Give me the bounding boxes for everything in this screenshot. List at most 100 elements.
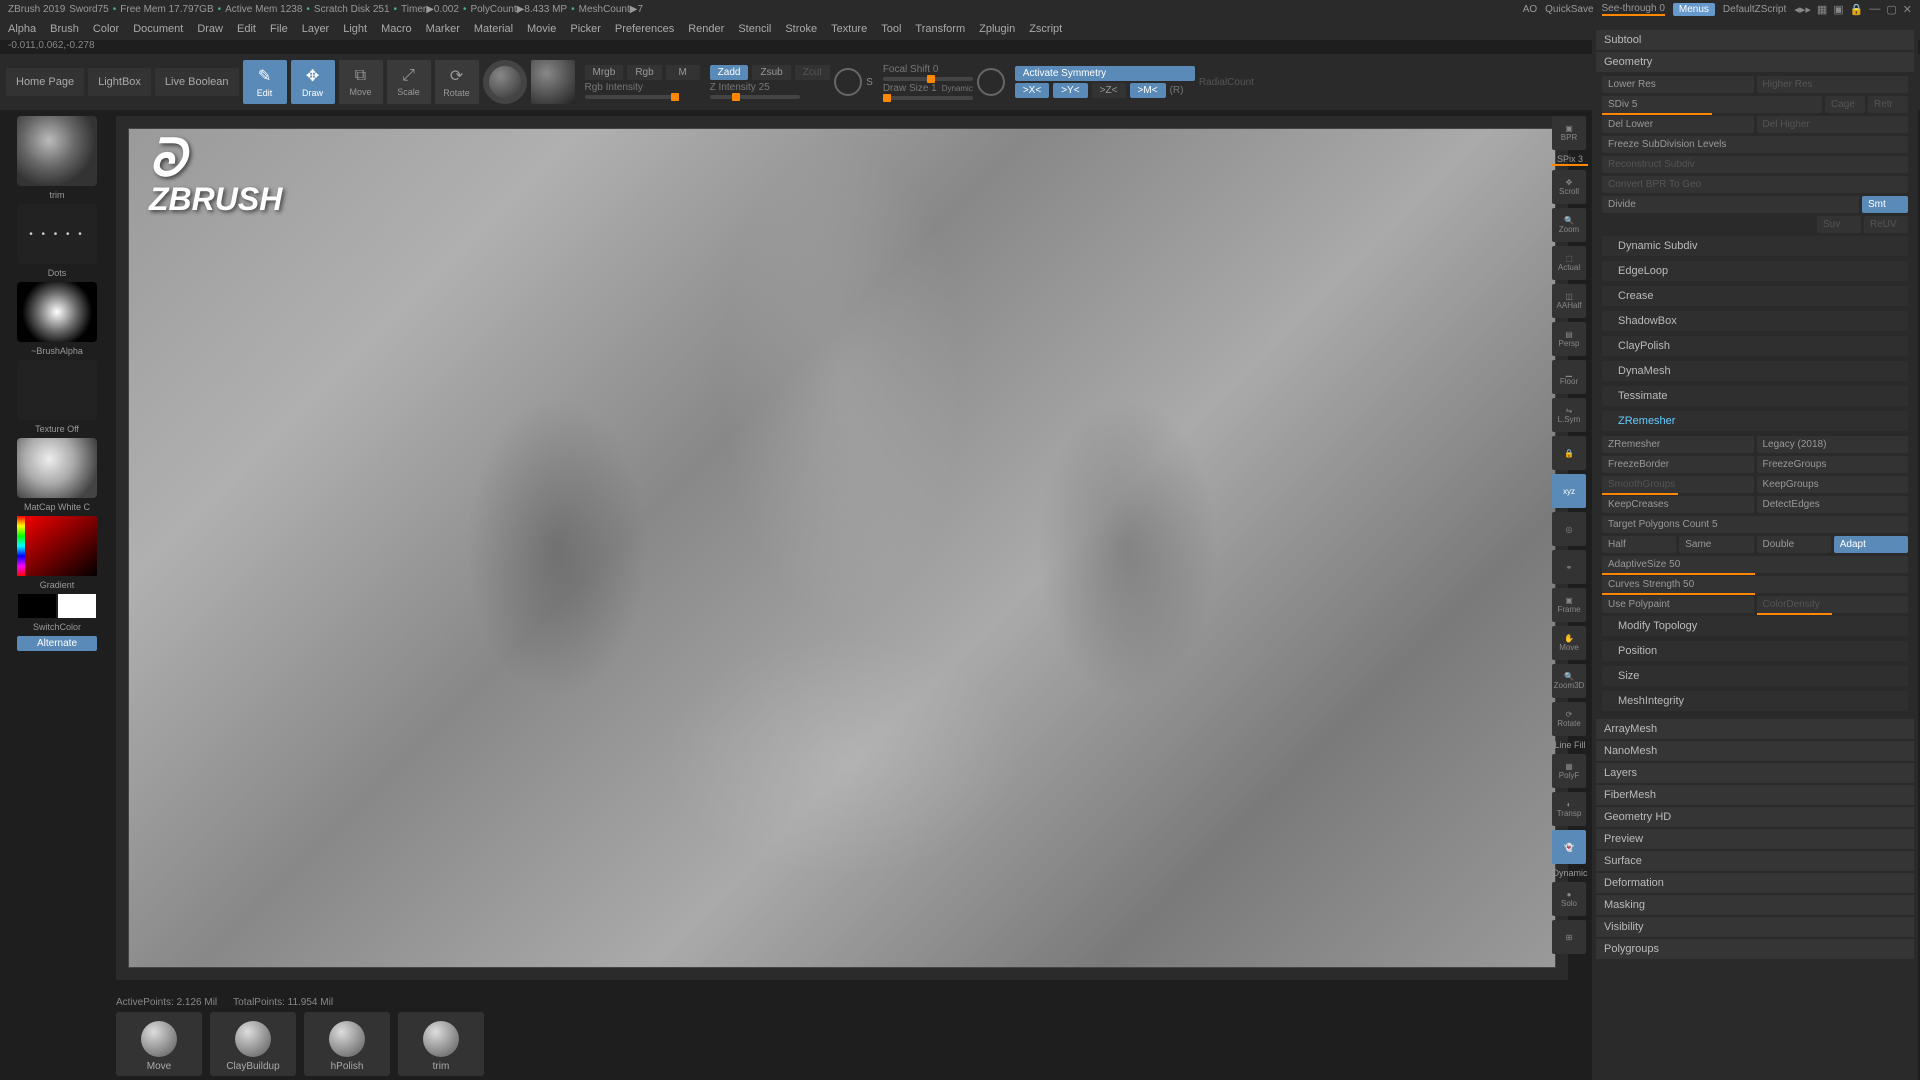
delhigher-button[interactable]: Del Higher [1757, 116, 1909, 133]
actual-button[interactable]: ⬚Actual [1552, 246, 1586, 280]
menu-edit[interactable]: Edit [237, 23, 256, 35]
seethrough-slider[interactable]: See-through 0 [1602, 3, 1665, 16]
shelf-claybuildup[interactable]: ClayBuildup [210, 1012, 296, 1076]
rotate3d-button[interactable]: ⟳Rotate [1552, 702, 1586, 736]
ghost-button[interactable]: 👻 [1552, 830, 1586, 864]
scale-mode[interactable]: ⤢Scale [387, 60, 431, 104]
freezegroups-button[interactable]: FreezeGroups [1757, 456, 1909, 473]
menu-texture[interactable]: Texture [831, 23, 867, 35]
curvesstrength-slider[interactable]: Curves Strength 50 [1602, 576, 1908, 593]
menu-draw[interactable]: Draw [197, 23, 223, 35]
detectedges-button[interactable]: DetectEdges [1757, 496, 1909, 513]
menu-picker[interactable]: Picker [570, 23, 601, 35]
menu-brush[interactable]: Brush [50, 23, 79, 35]
rgb-button[interactable]: Rgb [627, 65, 661, 80]
sdiv-slider[interactable]: SDiv 5 [1602, 96, 1822, 113]
targetpoly-slider[interactable]: Target Polygons Count 5 [1602, 516, 1908, 533]
zoom3d-button[interactable]: 🔍Zoom3D [1552, 664, 1586, 698]
material-thumbnail[interactable] [17, 438, 97, 498]
size-dial[interactable] [977, 68, 1005, 96]
shadowbox-section[interactable]: ShadowBox [1602, 311, 1908, 331]
deformation-section[interactable]: Deformation [1596, 873, 1914, 893]
half-button[interactable]: Half [1602, 536, 1676, 553]
stroke-thumbnail[interactable]: • • • • • [17, 204, 97, 264]
minimize-icon[interactable]: — [1869, 3, 1880, 16]
zremesher-section[interactable]: ZRemesher [1602, 411, 1908, 431]
polyf-button[interactable]: ▦PolyF [1552, 754, 1586, 788]
menu-stencil[interactable]: Stencil [738, 23, 771, 35]
floor-button[interactable]: ▁Floor [1552, 360, 1586, 394]
spix-label[interactable]: SPix 3 [1552, 154, 1588, 166]
dellower-button[interactable]: Del Lower [1602, 116, 1754, 133]
same-button[interactable]: Same [1679, 536, 1753, 553]
solo-button[interactable]: ●Solo [1552, 882, 1586, 916]
focal-dial[interactable] [834, 68, 862, 96]
zscript-label[interactable]: DefaultZScript [1723, 4, 1786, 15]
dynamic-label[interactable]: Dynamic [942, 84, 973, 93]
xyz-button[interactable]: xyz [1552, 474, 1586, 508]
menu-alpha[interactable]: Alpha [8, 23, 36, 35]
zcut-button[interactable]: Zcut [795, 65, 830, 80]
frame-button[interactable]: ▣Frame [1552, 588, 1586, 622]
menu-zscript[interactable]: Zscript [1029, 23, 1062, 35]
reuv-button[interactable]: ReUV [1864, 216, 1908, 233]
nav-button[interactable]: ◎ [1552, 512, 1586, 546]
lsym-button[interactable]: ⇋L.Sym [1552, 398, 1586, 432]
menu-macro[interactable]: Macro [381, 23, 412, 35]
menu-stroke[interactable]: Stroke [785, 23, 817, 35]
smt-button[interactable]: Smt [1862, 196, 1908, 213]
menu-transform[interactable]: Transform [915, 23, 965, 35]
menu-render[interactable]: Render [688, 23, 724, 35]
freezeborder-button[interactable]: FreezeBorder [1602, 456, 1754, 473]
usepolypaint-button[interactable]: Use Polypaint [1602, 596, 1754, 613]
color-white[interactable] [58, 594, 96, 618]
freeze-subdiv[interactable]: Freeze SubDivision Levels [1602, 136, 1908, 153]
edgeloop-section[interactable]: EdgeLoop [1602, 261, 1908, 281]
geohd-section[interactable]: Geometry HD [1596, 807, 1914, 827]
rotate-mode[interactable]: ⟳Rotate [435, 60, 479, 104]
brush-thumbnail[interactable] [17, 116, 97, 186]
menu-document[interactable]: Document [133, 23, 183, 35]
menu-preferences[interactable]: Preferences [615, 23, 674, 35]
sym-y[interactable]: >Y< [1053, 83, 1087, 98]
m-button[interactable]: M [666, 65, 700, 80]
move3d-button[interactable]: ✋Move [1552, 626, 1586, 660]
zremesher-button[interactable]: ZRemesher [1602, 436, 1754, 453]
colordensity-slider[interactable]: ColorDensity [1757, 596, 1909, 613]
menu-tool[interactable]: Tool [881, 23, 901, 35]
lock-button[interactable]: 🔒 [1552, 436, 1586, 470]
shelf-hpolish[interactable]: hPolish [304, 1012, 390, 1076]
shelf-move[interactable]: Move [116, 1012, 202, 1076]
convertbpr-button[interactable]: Convert BPR To Geo [1602, 176, 1908, 193]
sym-r[interactable]: (R) [1170, 85, 1184, 96]
modifytopo-section[interactable]: Modify Topology [1602, 616, 1908, 636]
layout-icon[interactable]: ▣ [1833, 3, 1843, 16]
nanomesh-section[interactable]: NanoMesh [1596, 741, 1914, 761]
tessimate-section[interactable]: Tessimate [1602, 386, 1908, 406]
link-button[interactable]: ⚭ [1552, 550, 1586, 584]
quicksave-button[interactable]: QuickSave [1545, 4, 1593, 15]
extras-button[interactable]: ⊞ [1552, 920, 1586, 954]
divide-button[interactable]: Divide [1602, 196, 1859, 213]
sym-m[interactable]: >M< [1130, 83, 1166, 98]
zsub-button[interactable]: Zsub [752, 65, 790, 80]
grid-icon[interactable]: ▦ [1817, 3, 1827, 16]
draw-mode[interactable]: ✥Draw [291, 60, 335, 104]
alpha-thumbnail[interactable] [17, 282, 97, 342]
focal-slider[interactable] [883, 77, 973, 81]
crease-section[interactable]: Crease [1602, 286, 1908, 306]
lock-icon[interactable]: 🔒 [1850, 3, 1864, 16]
higherres-button[interactable]: Higher Res [1757, 76, 1909, 93]
keepcreases-button[interactable]: KeepCreases [1602, 496, 1754, 513]
layers-section[interactable]: Layers [1596, 763, 1914, 783]
keepgroups-button[interactable]: KeepGroups [1757, 476, 1909, 493]
persp-button[interactable]: ▤Persp [1552, 322, 1586, 356]
visibility-section[interactable]: Visibility [1596, 917, 1914, 937]
mrgb-button[interactable]: Mrgb [585, 65, 624, 80]
arrows-icon[interactable]: ◂▸▸ [1794, 3, 1811, 16]
dynamic-label2[interactable]: Dynamic [1552, 868, 1588, 878]
sphere-preview[interactable] [483, 60, 527, 104]
menu-layer[interactable]: Layer [302, 23, 330, 35]
masking-section[interactable]: Masking [1596, 895, 1914, 915]
double-button[interactable]: Double [1757, 536, 1831, 553]
